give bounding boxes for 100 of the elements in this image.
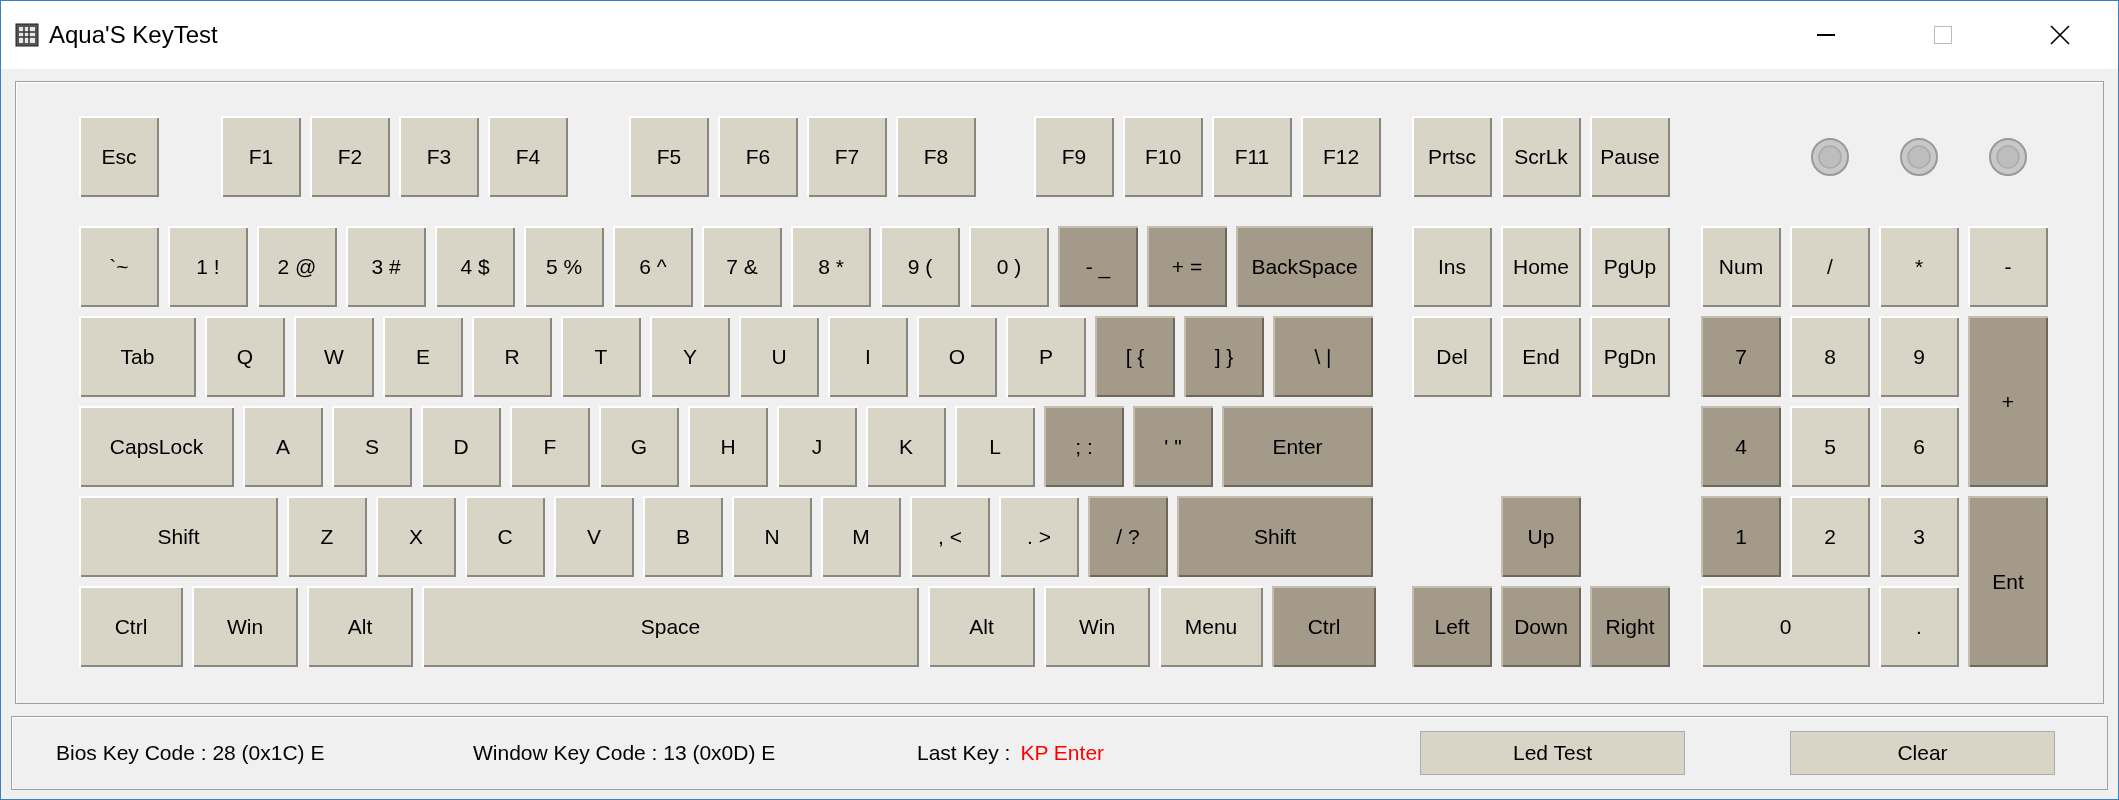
keyboard-key[interactable]: F9 xyxy=(1034,116,1114,197)
keyboard-key[interactable]: T xyxy=(561,316,641,397)
keyboard-key[interactable]: Alt xyxy=(928,586,1035,667)
keyboard-key[interactable]: ; : xyxy=(1044,406,1124,487)
keyboard-key[interactable]: 2 @ xyxy=(257,226,337,307)
keyboard-key[interactable]: 6 xyxy=(1879,406,1959,487)
keyboard-key[interactable]: + = xyxy=(1147,226,1227,307)
keyboard-key[interactable]: 1 xyxy=(1701,496,1781,577)
keyboard-key[interactable]: ] } xyxy=(1184,316,1264,397)
keyboard-key[interactable]: F4 xyxy=(488,116,568,197)
keyboard-key[interactable]: * xyxy=(1879,226,1959,307)
keyboard-key[interactable]: D xyxy=(421,406,501,487)
keyboard-key[interactable]: S xyxy=(332,406,412,487)
keyboard-key[interactable]: R xyxy=(472,316,552,397)
keyboard-key[interactable]: Esc xyxy=(79,116,159,197)
minimize-icon[interactable] xyxy=(1816,34,1835,36)
keyboard-key[interactable]: 8 * xyxy=(791,226,871,307)
keyboard-key[interactable]: Up xyxy=(1501,496,1581,577)
keyboard-key[interactable]: F5 xyxy=(629,116,709,197)
keyboard-key[interactable]: I xyxy=(828,316,908,397)
keyboard-key[interactable]: 4 xyxy=(1701,406,1781,487)
keyboard-key[interactable]: O xyxy=(917,316,997,397)
keyboard-key[interactable]: Z xyxy=(287,496,367,577)
keyboard-key[interactable]: . > xyxy=(999,496,1079,577)
keyboard-key[interactable]: K xyxy=(866,406,946,487)
keyboard-key[interactable]: F7 xyxy=(807,116,887,197)
keyboard-key[interactable]: . xyxy=(1879,586,1959,667)
keyboard-key[interactable]: - xyxy=(1968,226,2048,307)
keyboard-key[interactable]: 8 xyxy=(1790,316,1870,397)
keyboard-key[interactable]: Space xyxy=(422,586,919,667)
keyboard-key[interactable]: W xyxy=(294,316,374,397)
keyboard-key[interactable]: Left xyxy=(1412,586,1492,667)
keyboard-key[interactable]: A xyxy=(243,406,323,487)
keyboard-key[interactable]: Enter xyxy=(1222,406,1373,487)
keyboard-key[interactable]: V xyxy=(554,496,634,577)
keyboard-key[interactable]: Down xyxy=(1501,586,1581,667)
keyboard-key[interactable]: P xyxy=(1006,316,1086,397)
keyboard-key[interactable]: L xyxy=(955,406,1035,487)
keyboard-key[interactable]: U xyxy=(739,316,819,397)
keyboard-key[interactable]: 9 xyxy=(1879,316,1959,397)
keyboard-key[interactable]: 9 ( xyxy=(880,226,960,307)
keyboard-key[interactable]: Home xyxy=(1501,226,1581,307)
keyboard-key[interactable]: 7 & xyxy=(702,226,782,307)
status-button[interactable]: Clear xyxy=(1790,731,2055,775)
keyboard-key[interactable]: Alt xyxy=(307,586,413,667)
keyboard-key[interactable]: 4 $ xyxy=(435,226,515,307)
keyboard-key[interactable]: Ins xyxy=(1412,226,1492,307)
keyboard-key[interactable]: X xyxy=(376,496,456,577)
keyboard-key[interactable]: End xyxy=(1501,316,1581,397)
keyboard-key[interactable]: F8 xyxy=(896,116,976,197)
keyboard-key[interactable]: + xyxy=(1968,316,2048,487)
keyboard-key[interactable]: F3 xyxy=(399,116,479,197)
status-button[interactable]: Led Test xyxy=(1420,731,1685,775)
keyboard-key[interactable]: ' " xyxy=(1133,406,1213,487)
keyboard-key[interactable]: C xyxy=(465,496,545,577)
keyboard-key[interactable]: N xyxy=(732,496,812,577)
keyboard-key[interactable]: Shift xyxy=(1177,496,1373,577)
keyboard-key[interactable]: J xyxy=(777,406,857,487)
keyboard-key[interactable]: F1 xyxy=(221,116,301,197)
keyboard-key[interactable]: Ent xyxy=(1968,496,2048,667)
keyboard-key[interactable]: CapsLock xyxy=(79,406,234,487)
keyboard-key[interactable]: F11 xyxy=(1212,116,1292,197)
keyboard-key[interactable]: 5 % xyxy=(524,226,604,307)
keyboard-key[interactable]: Pause xyxy=(1590,116,1670,197)
close-icon[interactable] xyxy=(2049,25,2070,45)
keyboard-key[interactable]: 1 ! xyxy=(168,226,248,307)
keyboard-key[interactable]: Win xyxy=(1044,586,1150,667)
keyboard-key[interactable]: Ctrl xyxy=(1272,586,1376,667)
keyboard-key[interactable]: E xyxy=(383,316,463,397)
keyboard-key[interactable]: Y xyxy=(650,316,730,397)
keyboard-key[interactable]: Num xyxy=(1701,226,1781,307)
keyboard-key[interactable]: 0 ) xyxy=(969,226,1049,307)
keyboard-key[interactable]: F xyxy=(510,406,590,487)
keyboard-key[interactable]: BackSpace xyxy=(1236,226,1373,307)
keyboard-key[interactable]: 2 xyxy=(1790,496,1870,577)
keyboard-key[interactable]: F12 xyxy=(1301,116,1381,197)
keyboard-key[interactable]: PgUp xyxy=(1590,226,1670,307)
keyboard-key[interactable]: 5 xyxy=(1790,406,1870,487)
keyboard-key[interactable]: Right xyxy=(1590,586,1670,667)
keyboard-key[interactable]: `~ xyxy=(79,226,159,307)
keyboard-key[interactable]: \ | xyxy=(1273,316,1373,397)
keyboard-key[interactable]: / xyxy=(1790,226,1870,307)
keyboard-key[interactable]: 3 # xyxy=(346,226,426,307)
keyboard-key[interactable]: H xyxy=(688,406,768,487)
keyboard-key[interactable]: Ctrl xyxy=(79,586,183,667)
keyboard-key[interactable]: B xyxy=(643,496,723,577)
keyboard-key[interactable]: ScrLk xyxy=(1501,116,1581,197)
keyboard-key[interactable]: 6 ^ xyxy=(613,226,693,307)
keyboard-key[interactable]: Win xyxy=(192,586,298,667)
keyboard-key[interactable]: F6 xyxy=(718,116,798,197)
keyboard-key[interactable]: PgDn xyxy=(1590,316,1670,397)
keyboard-key[interactable]: G xyxy=(599,406,679,487)
keyboard-key[interactable]: M xyxy=(821,496,901,577)
keyboard-key[interactable]: 7 xyxy=(1701,316,1781,397)
keyboard-key[interactable]: F2 xyxy=(310,116,390,197)
keyboard-key[interactable]: / ? xyxy=(1088,496,1168,577)
keyboard-key[interactable]: F10 xyxy=(1123,116,1203,197)
keyboard-key[interactable]: Del xyxy=(1412,316,1492,397)
keyboard-key[interactable]: Shift xyxy=(79,496,278,577)
keyboard-key[interactable]: Tab xyxy=(79,316,196,397)
